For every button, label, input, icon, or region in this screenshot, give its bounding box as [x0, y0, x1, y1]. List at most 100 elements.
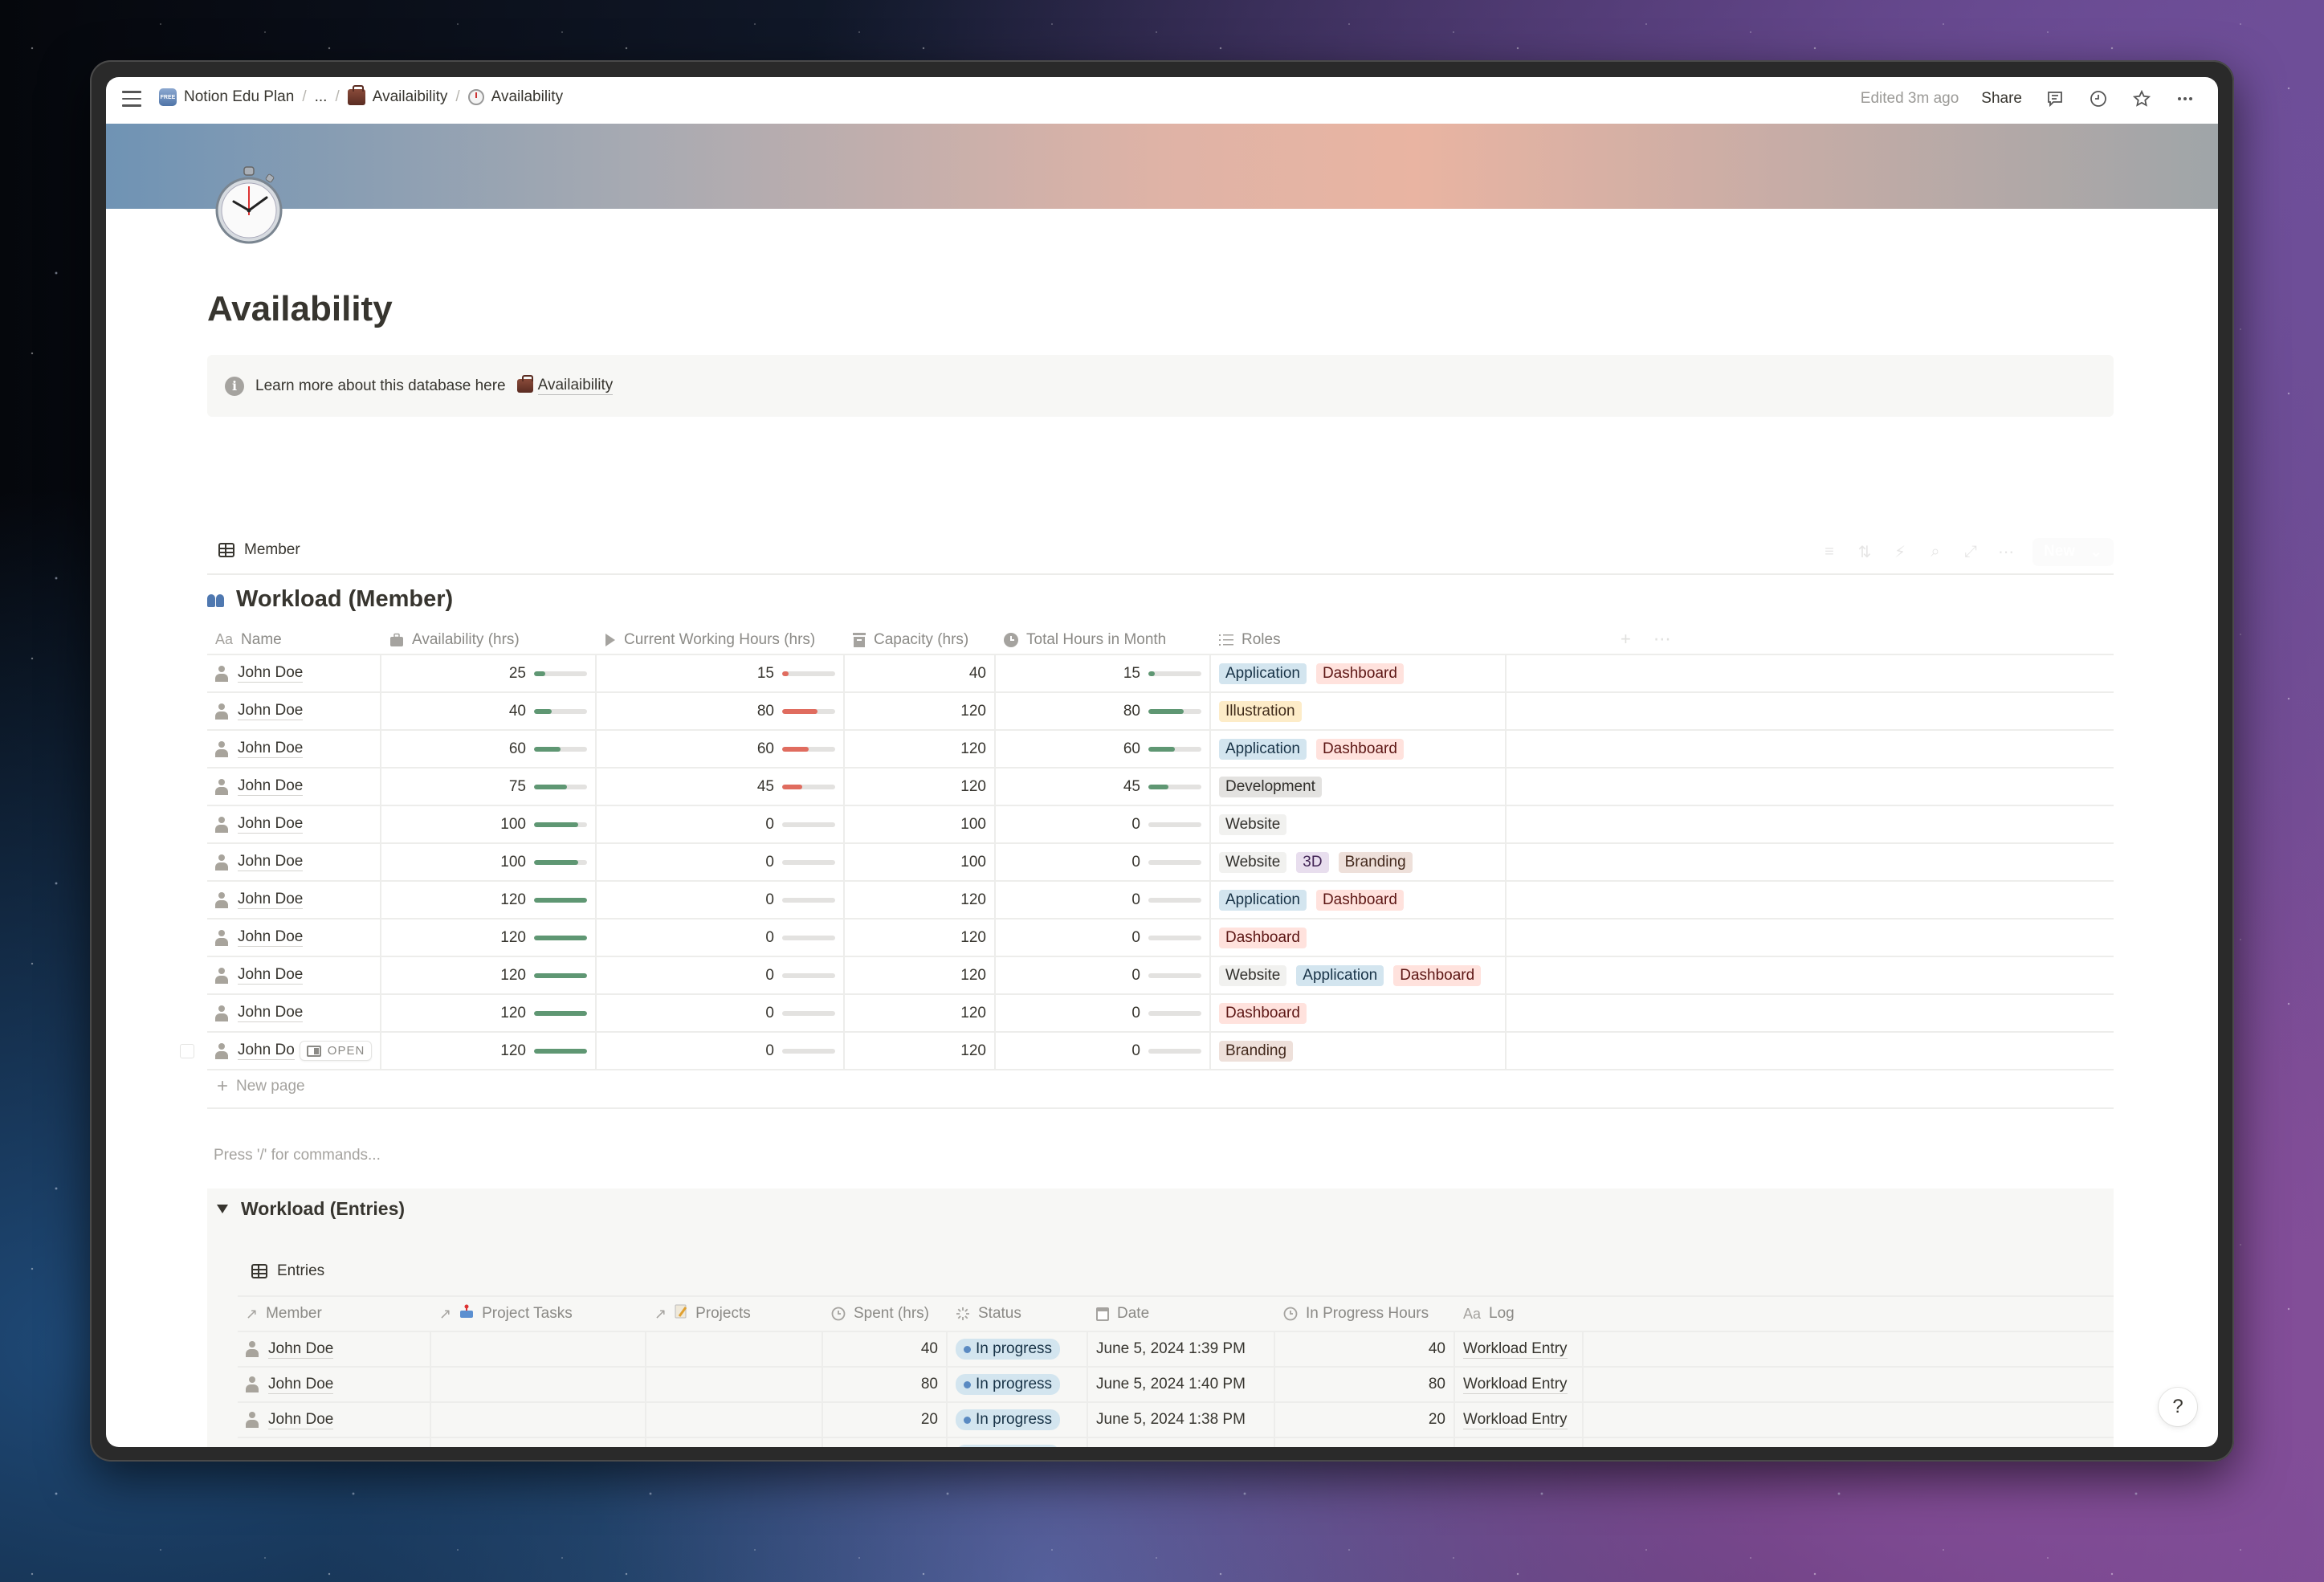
person-name[interactable]: John Doe [268, 1376, 334, 1394]
capacity-cell[interactable]: 120 [845, 919, 996, 956]
date-cell[interactable]: June 5, 2024 1:39 PM [1088, 1332, 1275, 1366]
name-cell[interactable]: John Doe [207, 957, 381, 993]
projects-cell[interactable] [646, 1332, 823, 1366]
capacity-cell[interactable]: 40 [845, 655, 996, 691]
column-header-availability[interactable]: Availability (hrs) [381, 626, 597, 654]
log-link[interactable]: Workload Entry [1463, 1411, 1568, 1429]
availability-cell[interactable]: 100 [381, 806, 597, 842]
person-name[interactable]: John Doe [238, 702, 304, 720]
total-hours-cell[interactable]: 0 [996, 844, 1211, 880]
availability-cell[interactable]: 60 [381, 731, 597, 767]
name-cell[interactable]: John Doe [207, 806, 381, 842]
status-cell[interactable]: In progress [948, 1438, 1088, 1447]
spent-cell[interactable]: 15 [823, 1438, 948, 1447]
roles-cell[interactable]: Branding [1211, 1033, 1507, 1069]
person-name[interactable]: John Doe [238, 928, 304, 947]
date-cell[interactable]: June 5, 2024 1:40 PM [1088, 1368, 1275, 1401]
availability-cell[interactable]: 25 [381, 655, 597, 691]
person-link[interactable]: John Doe [215, 702, 304, 720]
person-name[interactable]: John Doe [238, 815, 304, 834]
toggle-triangle-icon[interactable] [217, 1205, 228, 1213]
comments-icon[interactable] [2045, 88, 2065, 109]
row-checkbox[interactable] [180, 1044, 194, 1058]
status-cell[interactable]: In progress [948, 1368, 1088, 1401]
search-icon[interactable]: ⌕ [1926, 543, 1944, 561]
callout-link-label[interactable]: Availaibility [537, 377, 614, 395]
log-cell[interactable]: Workload Entry [1455, 1332, 1584, 1366]
capacity-cell[interactable]: 120 [845, 882, 996, 918]
column-header-capacity[interactable]: Capacity (hrs) [845, 626, 996, 654]
current-hours-cell[interactable]: 45 [597, 769, 845, 805]
roles-cell[interactable]: Application Dashboard [1211, 655, 1507, 691]
member-cell[interactable]: John Doe [238, 1438, 431, 1447]
total-hours-cell[interactable]: 80 [996, 693, 1211, 729]
availability-cell[interactable]: 120 [381, 1033, 597, 1069]
new-button[interactable]: New ⌄ [2032, 538, 2114, 566]
roles-cell[interactable]: Development [1211, 769, 1507, 805]
person-link[interactable]: John Do [215, 1042, 295, 1060]
favorite-star-icon[interactable] [2131, 88, 2152, 109]
log-link[interactable]: Workload Entry [1463, 1446, 1568, 1448]
current-hours-cell[interactable]: 0 [597, 919, 845, 956]
log-cell[interactable]: Workload Entry [1455, 1438, 1584, 1447]
person-name[interactable]: John Doe [238, 966, 304, 985]
roles-cell[interactable]: Application Dashboard [1211, 882, 1507, 918]
person-name[interactable]: John Do [238, 1042, 295, 1060]
capacity-cell[interactable]: 120 [845, 731, 996, 767]
project-tasks-cell[interactable] [431, 1332, 646, 1366]
spent-cell[interactable]: 20 [823, 1403, 948, 1437]
total-hours-cell[interactable]: 0 [996, 957, 1211, 993]
current-hours-cell[interactable]: 60 [597, 731, 845, 767]
more-properties-icon[interactable]: ⋯ [1653, 629, 1671, 650]
person-name[interactable]: John Doe [238, 740, 304, 758]
more-options-icon[interactable] [2175, 88, 2196, 109]
project-tasks-cell[interactable] [431, 1438, 646, 1447]
person-link[interactable]: John Doe [215, 853, 304, 871]
in-progress-hours-cell[interactable]: 40 [1275, 1332, 1455, 1366]
log-link[interactable]: Workload Entry [1463, 1340, 1568, 1359]
availability-cell[interactable]: 75 [381, 769, 597, 805]
breadcrumb-current[interactable]: Availability [467, 88, 563, 106]
add-property-icon[interactable]: + [1621, 629, 1631, 650]
column-header-project-tasks[interactable]: ↗ Project Tasks [431, 1297, 646, 1331]
current-hours-cell[interactable]: 15 [597, 655, 845, 691]
person-name[interactable]: John Doe [268, 1446, 333, 1448]
total-hours-cell[interactable]: 0 [996, 995, 1211, 1031]
log-link[interactable]: Workload Entry [1463, 1376, 1568, 1394]
status-cell[interactable]: In progress [948, 1403, 1088, 1437]
availability-cell[interactable]: 120 [381, 957, 597, 993]
in-progress-hours-cell[interactable]: 80 [1275, 1368, 1455, 1401]
column-header-spent[interactable]: Spent (hrs) [823, 1297, 948, 1331]
person-link[interactable]: John Doe [246, 1376, 334, 1394]
log-cell[interactable]: Workload Entry [1455, 1403, 1584, 1437]
name-cell[interactable]: John Doe [207, 655, 381, 691]
person-name[interactable]: John Doe [238, 853, 304, 871]
current-hours-cell[interactable]: 0 [597, 1033, 845, 1069]
name-cell[interactable]: John Doe [207, 693, 381, 729]
project-tasks-cell[interactable] [431, 1403, 646, 1437]
command-hint[interactable]: Press '/' for commands... [214, 1147, 381, 1164]
callout-page-link[interactable]: Availaibility [516, 375, 614, 395]
column-header-roles[interactable]: Roles [1211, 626, 1507, 654]
roles-cell[interactable]: Website Application Dashboard [1211, 957, 1507, 993]
member-cell[interactable]: John Doe [238, 1332, 431, 1366]
person-link[interactable]: John Doe [215, 777, 304, 796]
projects-cell[interactable] [646, 1438, 823, 1447]
person-name[interactable]: John Doe [238, 777, 304, 796]
column-header-total-hours[interactable]: Total Hours in Month [996, 626, 1211, 654]
roles-cell[interactable]: Dashboard [1211, 919, 1507, 956]
roles-cell[interactable]: Dashboard [1211, 995, 1507, 1031]
column-header-name[interactable]: Aa Name [207, 626, 381, 654]
member-cell[interactable]: John Doe [238, 1368, 431, 1401]
person-link[interactable]: John Doe [215, 891, 304, 909]
name-cell[interactable]: John Doe [207, 919, 381, 956]
projects-cell[interactable] [646, 1368, 823, 1401]
status-cell[interactable]: In progress [948, 1332, 1088, 1366]
roles-cell[interactable]: Website 3D Branding [1211, 844, 1507, 880]
person-name[interactable]: John Doe [238, 891, 304, 909]
availability-cell[interactable]: 100 [381, 844, 597, 880]
current-hours-cell[interactable]: 0 [597, 957, 845, 993]
total-hours-cell[interactable]: 0 [996, 1033, 1211, 1069]
total-hours-cell[interactable]: 45 [996, 769, 1211, 805]
name-cell[interactable]: John Doe [207, 844, 381, 880]
